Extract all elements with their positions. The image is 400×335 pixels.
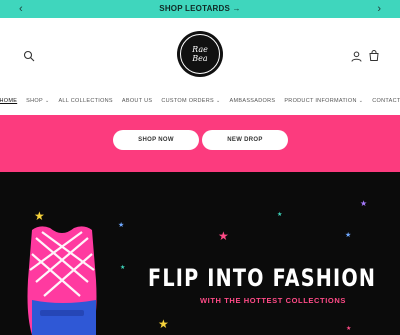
cart-icon[interactable] — [368, 50, 380, 62]
chevron-down-icon: ⌄ — [44, 98, 50, 104]
hero-title: FLIP INTO FASHION — [148, 264, 377, 292]
announcement-link[interactable]: SHOP LEOTARDS → — [0, 4, 400, 13]
chevron-right-icon[interactable]: › — [377, 2, 381, 16]
nav-item-label: CUSTOM ORDERS — [161, 98, 215, 104]
site-header: Rae Bea HOME SHOP ⌄ ALL COLLECTIONS ABOUT US… — [0, 18, 400, 115]
nav-item-product-information[interactable]: PRODUCT INFORMATION ⌄ — [284, 94, 363, 108]
chevron-down-icon: ⌄ — [216, 98, 221, 104]
nav-item-about-us[interactable]: ABOUT US — [122, 94, 152, 108]
announcement-bar: ‹ SHOP LEOTARDS → › — [0, 0, 400, 18]
nav-item-label: HOME — [0, 98, 18, 104]
logo-text-line2: Bea — [192, 54, 208, 63]
star-icon: ★ — [346, 326, 352, 332]
leotard-image — [27, 226, 97, 335]
cta-band: SHOP NOW NEW DROP — [0, 115, 400, 172]
nav-item-label: SHOP — [26, 98, 43, 104]
nav-item-contact[interactable]: CONTACT — [372, 94, 400, 108]
nav-item-home[interactable]: HOME — [0, 94, 17, 108]
nav-item-shop[interactable]: SHOP ⌄ — [26, 94, 49, 108]
shop-now-button[interactable]: SHOP NOW — [113, 130, 199, 150]
star-icon: ★ — [277, 212, 283, 218]
star-icon: ★ — [218, 229, 229, 243]
logo-text-line1: Rae — [192, 45, 208, 54]
chevron-down-icon: ⌄ — [358, 98, 364, 104]
new-drop-button[interactable]: NEW DROP — [202, 130, 288, 150]
star-icon: ★ — [345, 232, 352, 239]
star-icon: ★ — [120, 265, 126, 271]
nav-item-all-collections[interactable]: ALL COLLECTIONS — [58, 94, 112, 108]
nav-item-label: ALL COLLECTIONS — [58, 98, 113, 104]
hero-subtitle: WITH THE HOTTEST COLLECTIONS — [200, 296, 346, 305]
nav-item-label: CONTACT — [372, 98, 400, 104]
account-icon[interactable] — [351, 51, 362, 62]
star-icon: ★ — [118, 222, 125, 229]
search-icon[interactable] — [23, 50, 35, 62]
nav-item-ambassadors[interactable]: AMBASSADORS — [230, 94, 276, 108]
nav-item-label: ABOUT US — [121, 98, 153, 104]
hero-banner: ★ ★ ★ ★ ★ ★ ★ ★ ★ FLIP INTO FASHION WITH… — [0, 172, 400, 335]
nav-item-custom-orders[interactable]: CUSTOM ORDERS ⌄ — [161, 94, 220, 108]
nav-item-label: AMBASSADORS — [229, 98, 276, 104]
main-nav: HOME SHOP ⌄ ALL COLLECTIONS ABOUT US CUSTOM O… — [0, 94, 400, 108]
nav-item-label: PRODUCT INFORMATION — [284, 98, 357, 104]
star-icon: ★ — [158, 317, 169, 331]
star-icon: ★ — [360, 199, 368, 208]
brand-logo[interactable]: Rae Bea — [177, 31, 223, 77]
